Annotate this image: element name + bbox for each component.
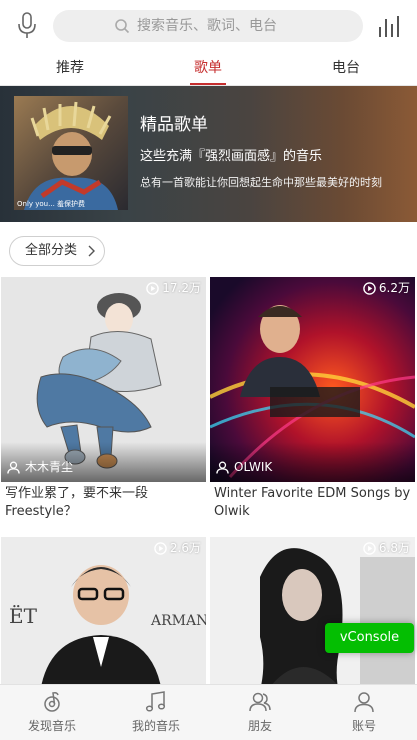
music-note-icon (145, 691, 166, 712)
friends-icon (249, 692, 271, 712)
user-icon (7, 461, 20, 474)
search-placeholder: 搜索音乐、歌词、电台 (137, 18, 277, 34)
account-icon (354, 692, 374, 713)
play-circle-icon (363, 281, 376, 295)
playlist-title: 写作业累了，要不来一段Freestyle？ (5, 486, 149, 519)
playlist-card[interactable]: 6.8万 (210, 537, 415, 684)
playlist-card[interactable]: ËT ARMANI 2.6万 (1, 537, 206, 684)
nav-discover[interactable]: 发现音乐 (0, 685, 104, 740)
playlist-cover (210, 537, 415, 684)
top-bar: 搜索音乐、歌词、电台 (0, 0, 417, 52)
playlist-author: OLWIK (216, 459, 272, 475)
play-circle-icon (146, 281, 160, 295)
play-circle-icon (154, 541, 167, 555)
playlist-title: Winter Favorite EDM Songs by Olwik (214, 486, 411, 519)
banner-cover-image: Only you... 羞保护费 (14, 96, 128, 210)
tab-radio[interactable]: 电台 (332, 58, 360, 78)
play-count-value: 6.8万 (378, 541, 410, 555)
all-categories-button[interactable]: 全部分类 (9, 236, 105, 266)
featured-playlist-banner[interactable]: Only you... 羞保护费 精品歌单 这些充满『强烈画面感』的音乐 总有一… (0, 86, 417, 222)
banner-cover-caption: Only you... 羞保护费 (17, 199, 85, 208)
nav-my-music-label: 我的音乐 (131, 719, 180, 733)
banner-title: 精品歌单 (140, 115, 208, 135)
vconsole-button[interactable]: vConsole (325, 623, 414, 653)
playlist-card[interactable]: 17.2万 木木青尘 写作业累了，要不来一段Freestyle？ (1, 277, 206, 527)
banner-description: 总有一首歌能让你回想起生命中那些最美好的时刻 (140, 176, 382, 189)
nav-discover-label: 发现音乐 (27, 719, 76, 733)
search-bar[interactable]: 搜索音乐、歌词、电台 (53, 10, 363, 42)
play-count: 2.6万 (154, 540, 201, 556)
bottom-nav: 发现音乐 我的音乐 朋友 账号 (0, 684, 417, 740)
nav-friends[interactable]: 朋友 (208, 685, 312, 740)
discover-icon (44, 692, 60, 712)
nav-friends-label: 朋友 (247, 719, 272, 733)
playlist-author-name: 木木青尘 (25, 460, 74, 474)
play-count-value: 17.2万 (162, 281, 201, 295)
tab-recommend[interactable]: 推荐 (56, 58, 84, 78)
play-circle-icon (363, 541, 376, 555)
playlist-author-name: OLWIK (234, 460, 273, 474)
play-count-value: 6.2万 (378, 281, 410, 295)
play-count: 6.8万 (363, 540, 410, 556)
playlist-cover: ËT ARMANI (1, 537, 206, 684)
chevron-right-icon (88, 245, 95, 257)
user-icon (216, 461, 229, 474)
playlist-author: 木木青尘 (7, 459, 73, 475)
playlist-card[interactable]: 6.2万 OLWIK Winter Favorite EDM Songs by … (210, 277, 415, 527)
nav-account-label: 账号 (351, 719, 376, 733)
microphone-icon[interactable] (16, 12, 38, 40)
search-icon (115, 19, 130, 34)
tab-playlists[interactable]: 歌单 (194, 58, 222, 78)
play-count: 6.2万 (363, 280, 410, 296)
active-tab-indicator (190, 83, 226, 85)
nav-account[interactable]: 账号 (312, 685, 416, 740)
all-categories-label: 全部分类 (25, 243, 78, 258)
svg-text:ËT: ËT (9, 604, 38, 628)
now-playing-icon[interactable] (378, 15, 402, 37)
nav-my-music[interactable]: 我的音乐 (104, 685, 208, 740)
svg-text:ARMANI: ARMANI (150, 613, 206, 629)
play-count: 17.2万 (146, 280, 201, 296)
banner-subtitle: 这些充满『强烈画面感』的音乐 (140, 149, 323, 164)
play-count-value: 2.6万 (169, 541, 201, 555)
tab-bar: 推荐 歌单 电台 (0, 52, 417, 86)
